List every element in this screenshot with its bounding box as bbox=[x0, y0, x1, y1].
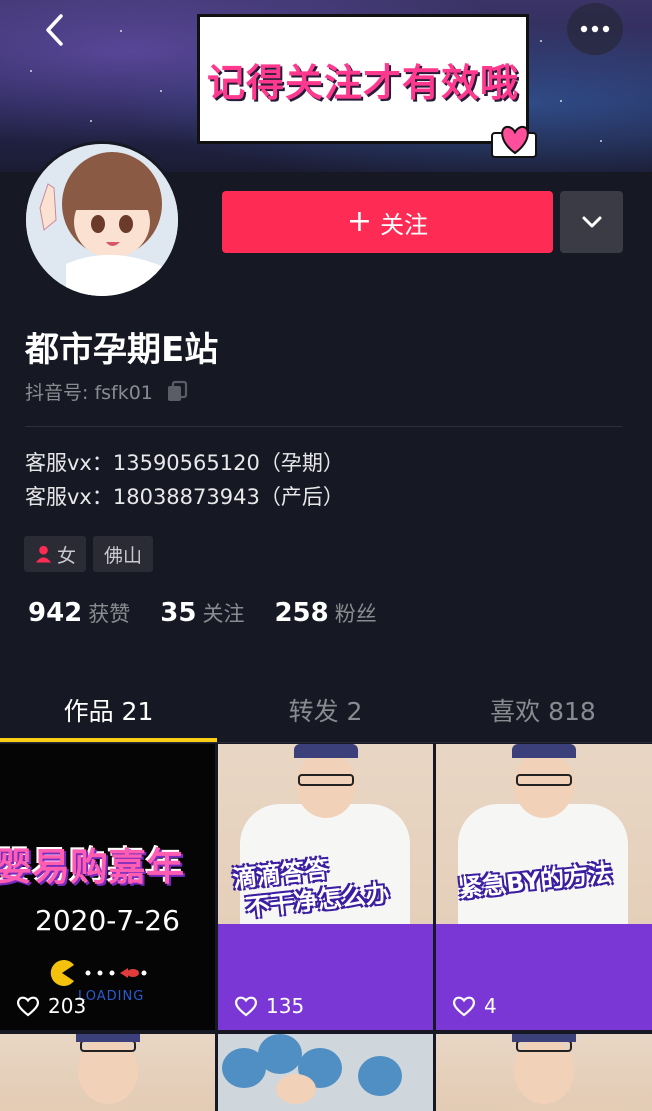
video-thumbnail[interactable]: 婴易购嘉年 2020-7-26 LOADING 203 bbox=[0, 744, 215, 1030]
video-title: 婴易购嘉年 bbox=[0, 845, 185, 889]
location-label: 佛山 bbox=[103, 544, 142, 567]
profile-nickname: 都市孕期E站 bbox=[25, 330, 219, 370]
video-date: 2020-7-26 bbox=[35, 904, 180, 937]
heart-outline-icon bbox=[452, 996, 476, 1017]
video-thumbnail[interactable]: 滴滴答答 不干净怎么办 135 bbox=[218, 744, 433, 1030]
notice-text: 记得关注才有效哦 bbox=[206, 60, 519, 105]
avatar[interactable] bbox=[23, 141, 181, 299]
follow-button[interactable]: + 关注 bbox=[222, 191, 553, 253]
tab-reposts[interactable]: 转发 2 bbox=[217, 682, 434, 738]
video-thumbnail[interactable] bbox=[0, 1034, 215, 1111]
stat-following[interactable]: 35 关注 bbox=[160, 598, 244, 628]
notice-sign: 记得关注才有效哦 bbox=[197, 14, 529, 144]
plus-icon: + bbox=[346, 204, 373, 239]
chevron-down-icon bbox=[582, 216, 601, 228]
video-likes: 135 bbox=[234, 994, 304, 1018]
gender-label: 女 bbox=[56, 544, 76, 567]
video-thumbnail[interactable] bbox=[436, 1034, 652, 1111]
douyin-id-text: 抖音号: fsfk01 bbox=[25, 382, 153, 404]
bio-line: 客服vx：13590565120（孕期） bbox=[25, 451, 344, 475]
stat-label: 粉丝 bbox=[334, 602, 377, 626]
likes-count: 4 bbox=[484, 994, 497, 1018]
back-button[interactable] bbox=[32, 10, 76, 50]
likes-count: 203 bbox=[48, 994, 87, 1018]
female-icon bbox=[35, 545, 52, 563]
video-likes: 4 bbox=[452, 994, 497, 1018]
tab-works[interactable]: 作品 21 bbox=[0, 682, 217, 738]
active-tab-indicator bbox=[0, 738, 217, 742]
chevron-left-icon bbox=[46, 14, 63, 46]
loading-text: LOADING bbox=[78, 989, 145, 1004]
location-tag: 佛山 bbox=[93, 536, 153, 572]
heart-outline-icon bbox=[234, 996, 258, 1017]
stat-likes[interactable]: 942 获赞 bbox=[28, 598, 130, 628]
stat-value: 942 bbox=[28, 598, 83, 628]
content-tabs: 作品 21 转发 2 喜欢 818 bbox=[0, 682, 652, 743]
heart-bubble-icon bbox=[490, 115, 540, 165]
profile-bio: 客服vx：13590565120（孕期） 客服vx：18038873943（产后… bbox=[25, 446, 344, 514]
stat-label: 获赞 bbox=[88, 602, 131, 626]
more-options-button[interactable] bbox=[567, 3, 623, 55]
stat-followers[interactable]: 258 粉丝 bbox=[274, 598, 376, 628]
video-thumbnail[interactable]: 紧急BY的方法 4 bbox=[436, 744, 652, 1030]
stat-label: 关注 bbox=[202, 602, 245, 626]
stat-value: 35 bbox=[160, 598, 197, 628]
stat-value: 258 bbox=[274, 598, 329, 628]
follow-label: 关注 bbox=[380, 210, 429, 239]
video-likes: 203 bbox=[16, 994, 86, 1018]
likes-count: 135 bbox=[266, 994, 305, 1018]
divider bbox=[25, 426, 622, 427]
douyin-id: 抖音号: fsfk01 bbox=[25, 378, 189, 405]
loading-graphic bbox=[48, 960, 148, 986]
video-grid: 婴易购嘉年 2020-7-26 LOADING 203 滴滴答答 不干净怎么办 bbox=[0, 744, 652, 1111]
bio-line: 客服vx：18038873943（产后） bbox=[25, 485, 344, 509]
pacman-icon bbox=[50, 960, 147, 986]
profile-stats: 942 获赞 35 关注 258 粉丝 bbox=[28, 598, 407, 628]
more-dots-icon bbox=[580, 25, 610, 33]
tab-liked[interactable]: 喜欢 818 bbox=[434, 682, 652, 738]
heart-outline-icon bbox=[16, 996, 40, 1017]
gender-tag: 女 bbox=[24, 536, 86, 572]
video-thumbnail[interactable] bbox=[218, 1034, 433, 1111]
copy-icon[interactable] bbox=[165, 380, 189, 404]
recommend-dropdown-button[interactable] bbox=[560, 191, 623, 253]
